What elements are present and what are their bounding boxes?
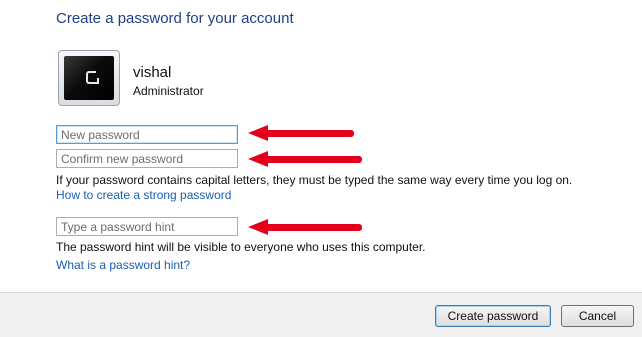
red-arrow-annotation: [248, 151, 362, 167]
button-bar: Create password Cancel: [0, 292, 642, 337]
create-password-button[interactable]: Create password: [435, 305, 551, 327]
account-role: Administrator: [133, 84, 204, 98]
red-arrow-annotation: [248, 125, 354, 141]
caps-warning-text: If your password contains capital letter…: [56, 173, 573, 187]
cancel-button[interactable]: Cancel: [561, 305, 634, 327]
hint-warning-text: The password hint will be visible to eve…: [56, 240, 426, 254]
confirm-password-input[interactable]: [56, 149, 238, 168]
user-tile-icon: [58, 50, 120, 106]
password-hint-input[interactable]: [56, 217, 238, 236]
red-arrow-annotation: [248, 219, 362, 235]
new-password-input[interactable]: [56, 125, 238, 144]
account-name: vishal: [133, 64, 172, 81]
page-title: Create a password for your account: [56, 10, 294, 27]
password-hint-link[interactable]: What is a password hint?: [56, 258, 190, 272]
strong-password-link[interactable]: How to create a strong password: [56, 188, 231, 202]
